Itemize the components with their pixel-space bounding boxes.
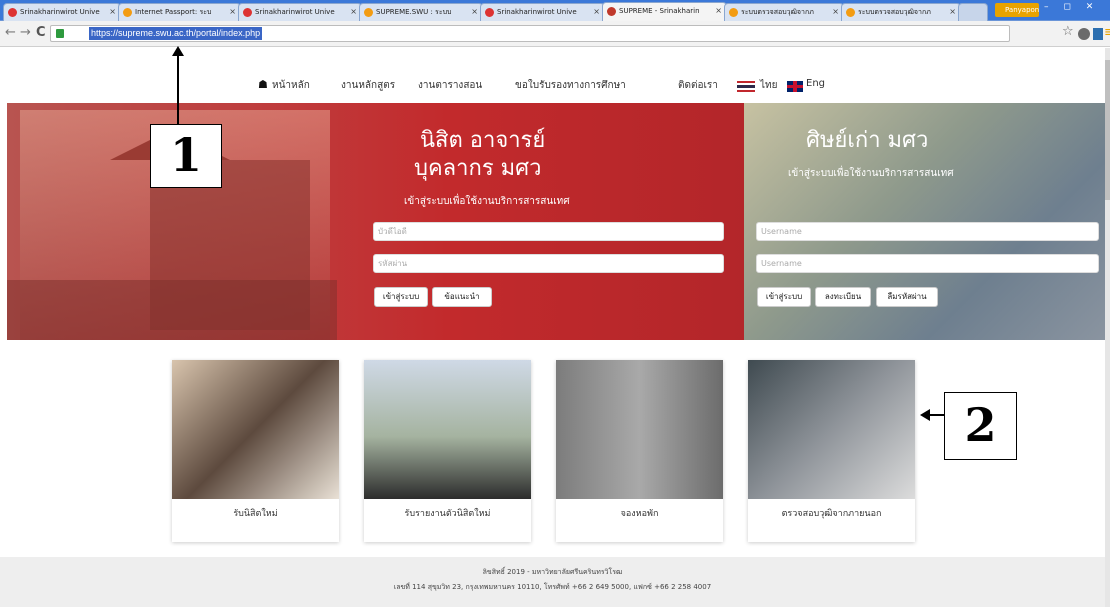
browser-tab[interactable]: ระบบตรวจสอบวุฒิจากภ × [841,3,961,21]
arrow-head-icon [920,409,930,421]
close-tab-icon[interactable]: × [832,4,839,20]
lock-icon [56,29,64,38]
menu-icon[interactable]: ≡ [1104,25,1110,40]
staff-login-button[interactable]: เข้าสู่ระบบ [374,287,428,307]
nav-home[interactable]: หน้าหลัก [272,78,310,93]
favicon-icon [729,8,738,17]
card-label: รับรายงานตัวนิสิตใหม่ [404,509,491,519]
footer-copyright: ลิขสิทธิ์ 2019 - มหาวิทยาลัยศรีนครินทรวิ… [482,568,623,576]
laptop-photo [748,360,915,499]
card-report-new-students[interactable]: รับรายงานตัวนิสิตใหม่ [364,360,531,542]
favicon-icon [8,8,17,17]
building-base [7,280,337,340]
back-icon[interactable]: ← [5,25,16,41]
close-tab-icon[interactable]: × [229,4,236,20]
staff-title-line2: บุคลากร มศว [414,156,542,181]
card-new-students[interactable]: รับนิสิตใหม่ [172,360,339,542]
annotation-label-1: 1 [150,124,222,188]
favicon-icon [485,8,494,17]
close-tab-icon[interactable]: × [471,4,478,20]
nav-thai[interactable]: ไทย [760,78,777,93]
annotation-arrow-1 [177,50,179,124]
reload-icon[interactable]: C [36,25,46,41]
extension-icon[interactable] [1093,28,1103,40]
nav-eng[interactable]: Eng [806,78,825,89]
bookmark-star-icon[interactable]: ☆ [1062,24,1074,39]
door-handle-photo [556,360,723,499]
url-text[interactable]: https://supreme.swu.ac.th/portal/index.p… [89,27,263,40]
tab-title: Srinakharinwirot Unive [497,8,577,16]
uk-flag-icon[interactable] [787,81,803,92]
card-label: จองหอพัก [620,509,659,519]
favicon-icon [123,8,132,17]
home-icon[interactable]: ☗ [258,78,268,91]
favicon-icon [364,8,373,17]
tab-title: Srinakharinwirot Unive [20,8,100,16]
alumni-login-button[interactable]: เข้าสู่ระบบ [757,287,811,307]
alumni-title: ศิษย์เก่า มศว [806,128,929,153]
browser-tab[interactable]: ระบบตรวจสอบวุฒิจากภ × [724,3,844,21]
footer-address: เลขที่ 114 สุขุมวิท 23, กรุงเทพมหานคร 10… [393,583,712,591]
browser-tab-bar: Srinakharinwirot Unive × Internet Passpor… [0,0,1110,22]
tab-title: Srinakharinwirot Unive [255,8,335,16]
browser-tab-active[interactable]: SUPREME - Srinakharin × [602,2,727,22]
browser-tab[interactable]: Internet Passport: ระบ × [118,3,241,21]
card-label: รับนิสิตใหม่ [233,509,278,519]
browser-tab[interactable]: Srinakharinwirot Unive × [3,3,121,21]
browser-toolbar: ← → C https://supreme.swu.ac.th/portal/i… [0,21,1110,47]
tab-title: ระบบตรวจสอบวุฒิจากภ [741,8,814,16]
annotation-label-2: 2 [944,392,1017,460]
password-input[interactable]: รหัสผ่าน [373,254,724,273]
extension-icon[interactable] [1078,28,1090,40]
close-tab-icon[interactable]: × [109,4,116,20]
profile-badge[interactable]: Panyapon [995,3,1039,17]
annotation-arrow-2 [928,414,944,416]
tab-title: ระบบตรวจสอบวุฒิจากภ [858,8,931,16]
window-controls[interactable]: – ◻ ✕ [1044,2,1099,12]
tab-title: SUPREME.SWU : ระบบ [376,8,452,16]
arrow-head-icon [172,46,184,56]
alumni-subtitle: เข้าสู่ระบบเพื่อใช้งานบริการสารสนเทศ [788,168,954,179]
alumni-password-input[interactable]: Username [756,254,1099,273]
students-photo [172,360,339,499]
close-tab-icon[interactable]: × [350,4,357,20]
tab-title: Internet Passport: ระบ [135,8,212,16]
tab-title: SUPREME - Srinakharin [619,7,700,15]
close-tab-icon[interactable]: × [949,4,956,20]
campus-photo [364,360,531,499]
nav-contact[interactable]: ติดต่อเรา [678,78,718,93]
userid-input[interactable]: บัวดีไอดี [373,222,724,241]
new-tab-button[interactable] [958,3,988,21]
favicon-icon [607,7,616,16]
close-tab-icon[interactable]: × [593,4,600,20]
scrollbar-thumb[interactable] [1105,60,1110,200]
register-button[interactable]: ลงทะเบียน [815,287,871,307]
staff-subtitle: เข้าสู่ระบบเพื่อใช้งานบริการสารสนเทศ [404,196,570,207]
alumni-username-input[interactable]: Username [756,222,1099,241]
nav-curriculum[interactable]: งานหลักสูตร [341,78,395,93]
card-dormitory[interactable]: จองหอพัก [556,360,723,542]
browser-tab[interactable]: Srinakharinwirot Unive × [238,3,362,21]
forgot-password-button[interactable]: ลืมรหัสผ่าน [876,287,938,307]
nav-schedule[interactable]: งานตารางสอน [418,78,482,93]
browser-tab[interactable]: SUPREME.SWU : ระบบ × [359,3,483,21]
thai-flag-icon[interactable] [737,81,755,92]
nav-certificate[interactable]: ขอใบรับรองทางการศึกษา [515,78,626,93]
card-label: ตรวจสอบวุฒิจากภายนอก [781,509,882,519]
favicon-icon [846,8,855,17]
close-tab-icon[interactable]: × [715,3,722,19]
address-bar[interactable]: https://supreme.swu.ac.th/portal/index.p… [50,25,1010,42]
footer: ลิขสิทธิ์ 2019 - มหาวิทยาลัยศรีนครินทรวิ… [0,557,1105,607]
advice-button[interactable]: ข้อแนะนำ [432,287,492,307]
card-verify-degree[interactable]: ตรวจสอบวุฒิจากภายนอก [748,360,915,542]
favicon-icon [243,8,252,17]
browser-tab[interactable]: Srinakharinwirot Unive × [480,3,605,21]
forward-icon[interactable]: → [20,25,31,41]
